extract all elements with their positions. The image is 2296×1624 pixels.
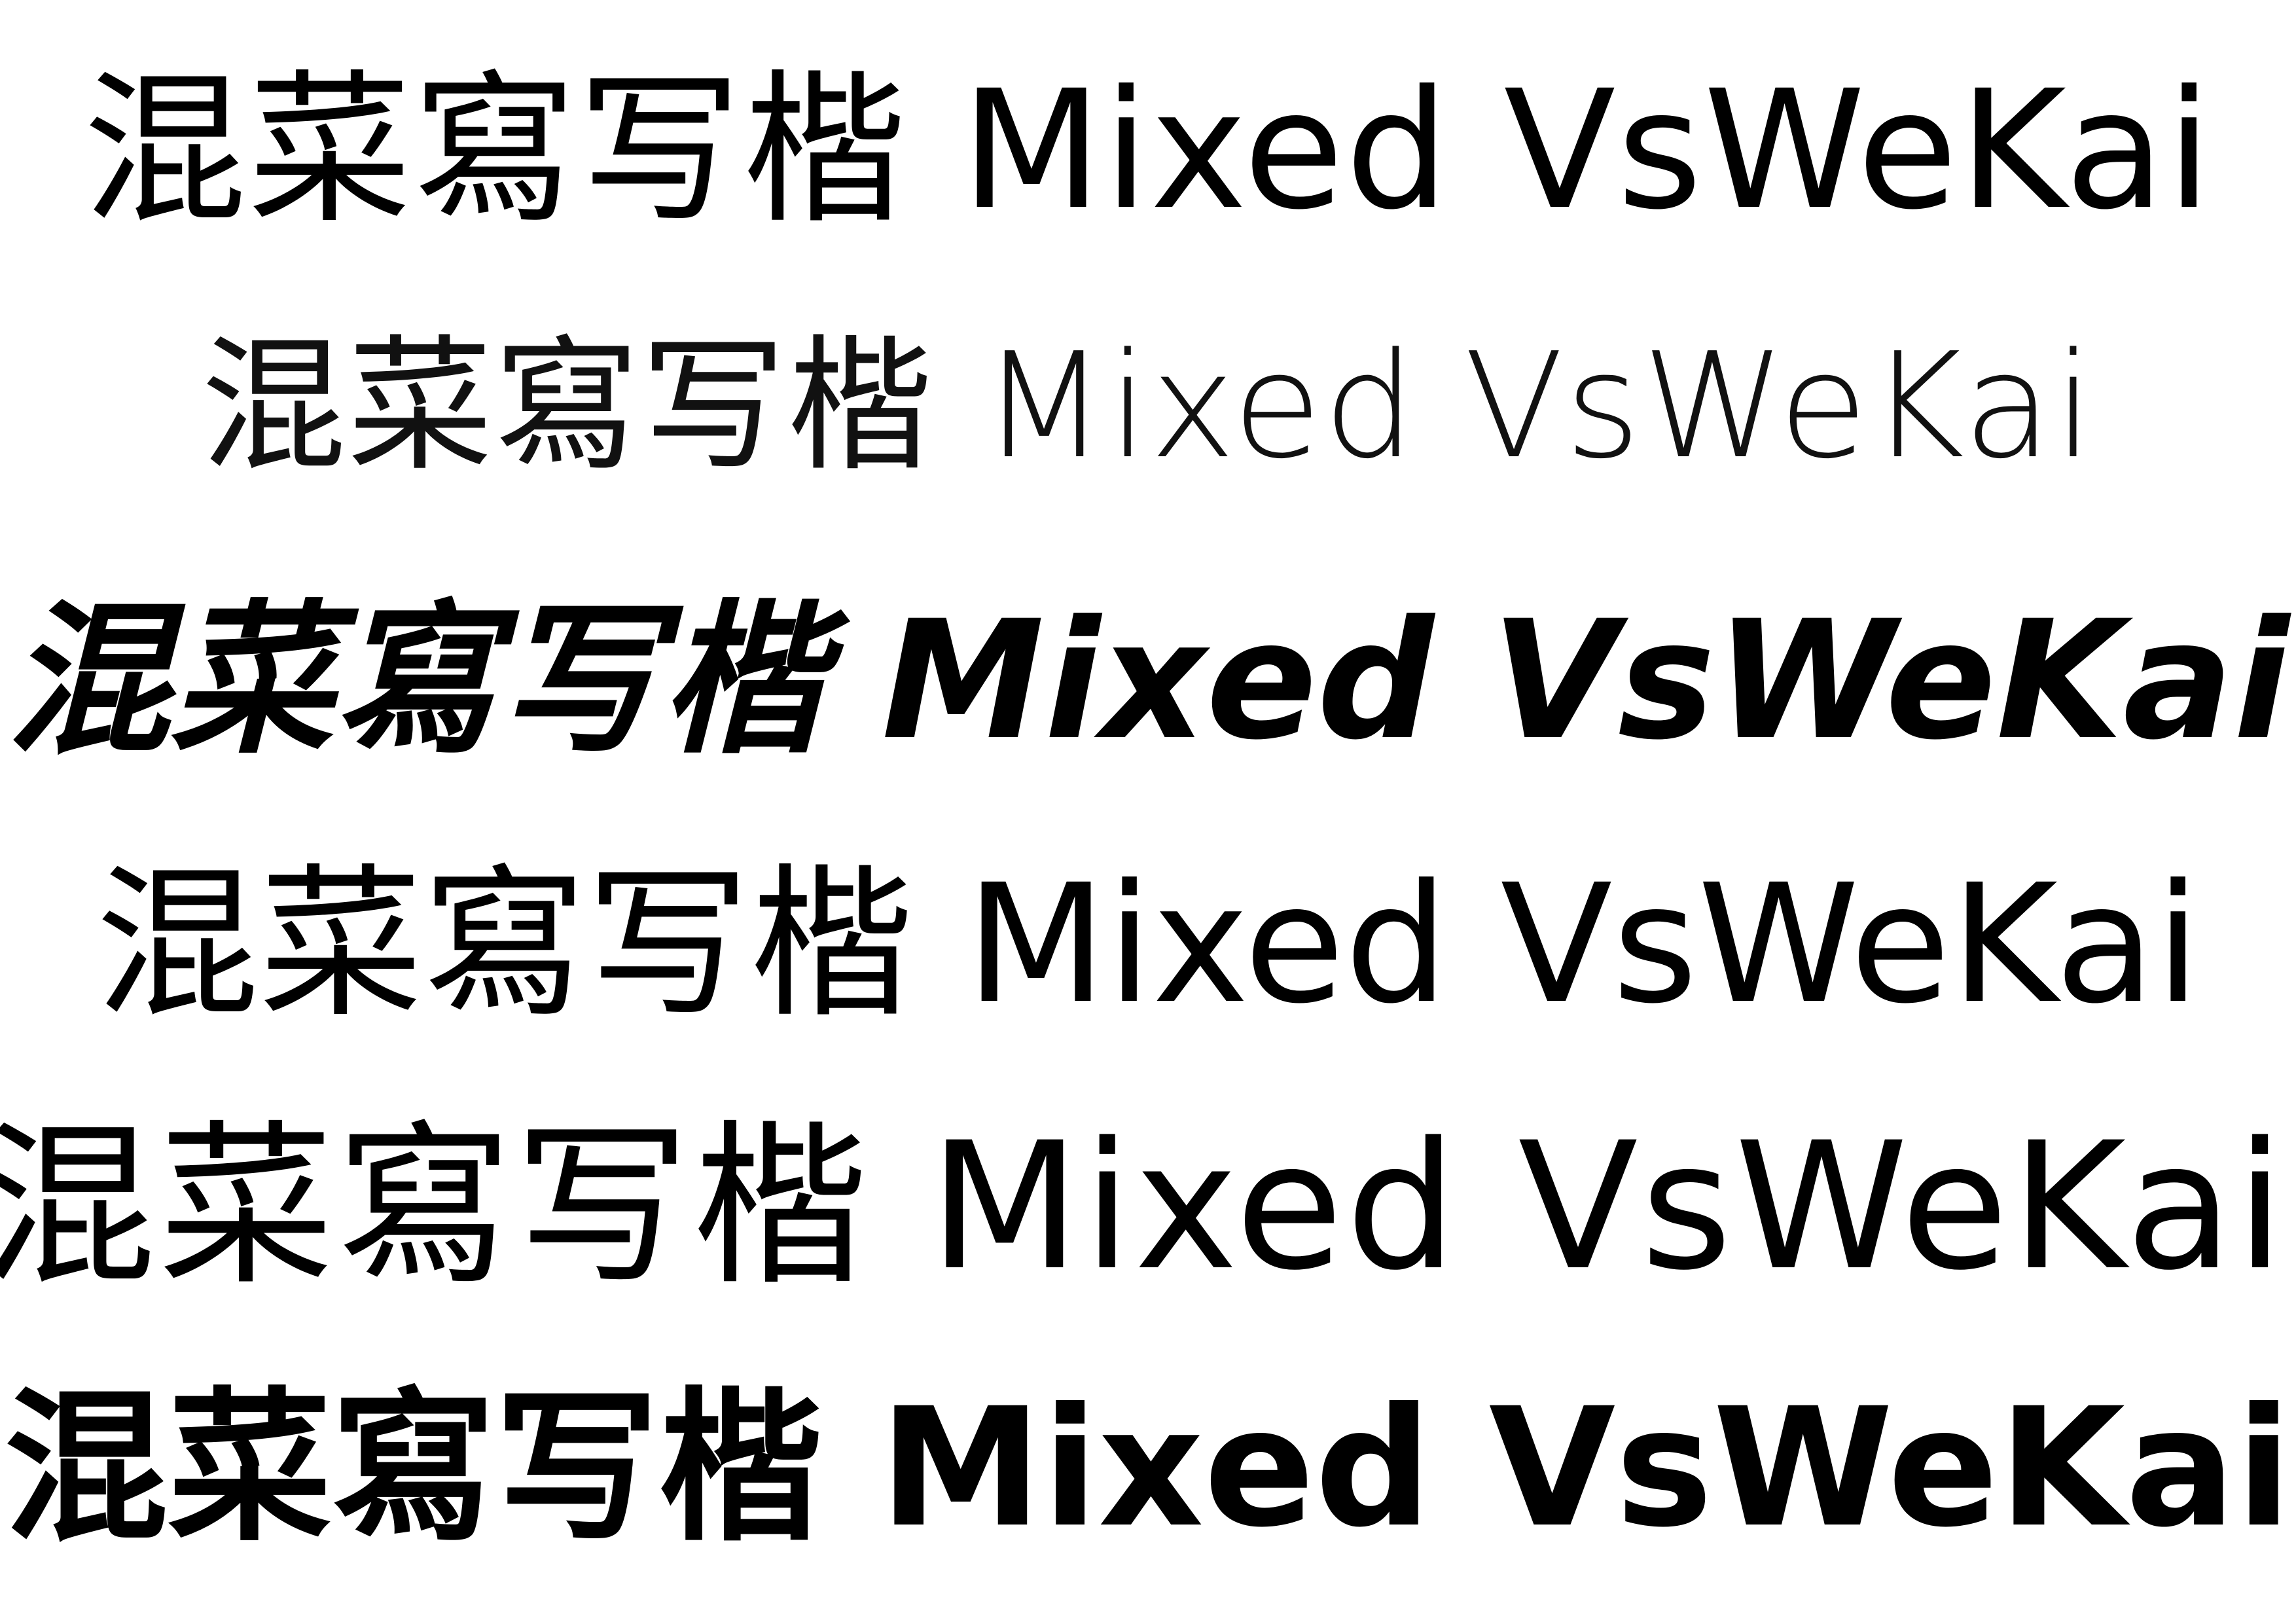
- font-sample-line-4: 混菜寫写楷 Mixed VsWeKai: [95, 849, 2201, 1039]
- font-sample-line-5: 混菜寫写楷 Mixed VsWeKai: [0, 1105, 2287, 1309]
- font-sample-line-3: 混菜寫写楷 Mixed VsWeKai: [6, 585, 2290, 776]
- font-sample-line-6: 混菜寫写楷 Mixed VsWeKai: [4, 1373, 2292, 1563]
- font-sample-line-2: 混菜寫写楷 Mixed VsWeKai: [200, 322, 2096, 491]
- font-sample-line-1: 混菜寫写楷 Mixed VsWeKai: [82, 55, 2214, 245]
